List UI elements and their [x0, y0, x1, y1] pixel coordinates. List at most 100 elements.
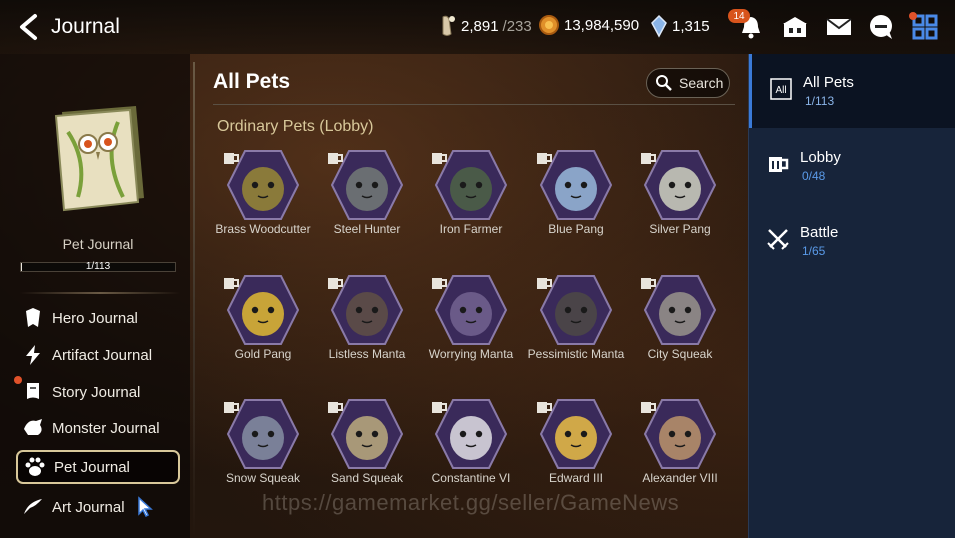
lobby-mug-icon [328, 153, 343, 164]
category-battle[interactable]: Battle 1/65 [749, 204, 955, 278]
pet-name: Alexander VIII [642, 471, 718, 485]
chat-button[interactable] [866, 12, 896, 42]
skystone-counter[interactable]: 1,315 [650, 14, 710, 38]
pet-card[interactable]: Iron Farmer [419, 149, 523, 269]
nav-artifact-journal[interactable]: Artifact Journal [16, 338, 180, 372]
gold-icon [539, 15, 559, 35]
artifact-icon [22, 344, 44, 366]
main-title: All Pets [213, 70, 291, 93]
mug-icon [765, 151, 791, 177]
category-count: 1/113 [805, 94, 835, 108]
story-journal-alert-dot [14, 376, 22, 384]
nav-label: Art Journal [52, 498, 125, 516]
title-underline [213, 104, 735, 105]
mail-icon [826, 18, 852, 35]
category-label: All Pets [803, 74, 854, 91]
pet-name: Blue Pang [548, 222, 604, 236]
pet-card[interactable]: Silver Pang [628, 149, 732, 269]
lobby-mug-icon [224, 153, 239, 164]
search-icon [656, 75, 672, 91]
guild-icon [783, 17, 807, 37]
back-arrow-icon [20, 14, 37, 40]
lobby-mug-icon [328, 278, 343, 289]
notification-badge: 14 [728, 9, 750, 23]
pet-card[interactable]: Listless Manta [315, 274, 419, 394]
nav-pet-journal[interactable]: Pet Journal [16, 450, 180, 484]
category-label: Lobby [800, 149, 841, 166]
pet-name: Edward III [548, 471, 604, 485]
journal-name: Pet Journal [62, 236, 134, 252]
guild-button[interactable] [780, 12, 810, 42]
watermark: https://gamemarket.gg/seller/GameNews [262, 490, 680, 515]
category-all-pets[interactable]: All All Pets 1/113 [749, 54, 955, 128]
pet-name: Steel Hunter [333, 222, 401, 236]
pet-name: Silver Pang [649, 222, 711, 236]
lobby-mug-icon [641, 278, 656, 289]
svg-text:All: All [775, 85, 786, 96]
nav-story-journal[interactable]: Story Journal [16, 375, 180, 409]
lobby-mug-icon [537, 402, 552, 413]
pet-name: Iron Farmer [439, 222, 503, 236]
pet-name: Listless Manta [328, 347, 406, 361]
story-icon [22, 381, 44, 403]
pet-card[interactable]: Brass Woodcutter [211, 149, 315, 269]
lobby-mug-icon [224, 278, 239, 289]
search-label: Search [679, 75, 724, 91]
cursor-pointer-icon [137, 496, 153, 518]
search-button[interactable]: Search [646, 68, 730, 98]
journal-progress-text: 1/113 [85, 261, 111, 272]
monster-icon [22, 417, 44, 439]
pet-card[interactable]: Pessimistic Manta [524, 274, 628, 394]
category-label: Battle [800, 224, 839, 241]
gold-value: 13,984,590 [564, 16, 640, 34]
sidebar-divider [20, 292, 180, 294]
top-bar: Journal 2,891/233 13,984,590 1,315 14 [0, 0, 955, 54]
category-lobby[interactable]: Lobby 0/48 [749, 129, 955, 203]
back-button[interactable] [14, 12, 42, 42]
stamina-icon [442, 15, 455, 36]
stamina-counter[interactable]: 2,891/233 [437, 14, 532, 38]
panel-separator [193, 62, 195, 538]
pet-name: Snow Squeak [225, 471, 301, 485]
section-title: Ordinary Pets (Lobby) [217, 118, 374, 135]
pet-card[interactable]: Gold Pang [211, 274, 315, 394]
lobby-mug-icon [641, 153, 656, 164]
category-panel: All All Pets 1/113 Lobby 0/48 Battle 1/6… [748, 54, 955, 538]
pet-card[interactable]: Steel Hunter [315, 149, 419, 269]
mail-button[interactable] [824, 12, 854, 42]
nav-monster-journal[interactable]: Monster Journal [16, 411, 180, 445]
nav-hero-journal[interactable]: Hero Journal [16, 301, 180, 335]
pet-card[interactable]: City Squeak [628, 274, 732, 394]
skystone-value: 1,315 [672, 17, 710, 35]
menu-alert-dot [909, 12, 917, 20]
nav-label: Monster Journal [52, 419, 160, 437]
pet-name: Brass Woodcutter [215, 222, 311, 236]
category-count: 0/48 [802, 169, 826, 183]
pet-card[interactable]: Worrying Manta [419, 274, 523, 394]
skystone-icon [651, 14, 667, 38]
pet-name: Pessimistic Manta [527, 347, 625, 361]
pet-card[interactable]: Blue Pang [524, 149, 628, 269]
all-icon: All [768, 76, 794, 102]
nav-label: Artifact Journal [52, 346, 153, 364]
lobby-mug-icon [432, 153, 447, 164]
lobby-mug-icon [432, 278, 447, 289]
nav-art-journal[interactable]: Art Journal [16, 490, 180, 524]
stamina-value: 2,891 [461, 17, 499, 35]
nav-label: Pet Journal [54, 458, 130, 476]
stamina-max: /233 [502, 17, 532, 35]
pet-name: Worrying Manta [428, 347, 514, 361]
category-count: 1/65 [802, 244, 826, 258]
hero-icon [22, 307, 44, 329]
lobby-mug-icon [328, 402, 343, 413]
lobby-mug-icon [537, 153, 552, 164]
chat-icon [870, 15, 892, 39]
pet-name: Gold Pang [234, 347, 292, 361]
gold-counter[interactable]: 13,984,590 [538, 14, 639, 36]
lobby-mug-icon [641, 402, 656, 413]
lobby-mug-icon [224, 402, 239, 413]
art-icon [22, 496, 44, 518]
swords-icon [765, 226, 791, 252]
pet-name: Sand Squeak [330, 471, 404, 485]
nav-label: Story Journal [52, 383, 141, 401]
